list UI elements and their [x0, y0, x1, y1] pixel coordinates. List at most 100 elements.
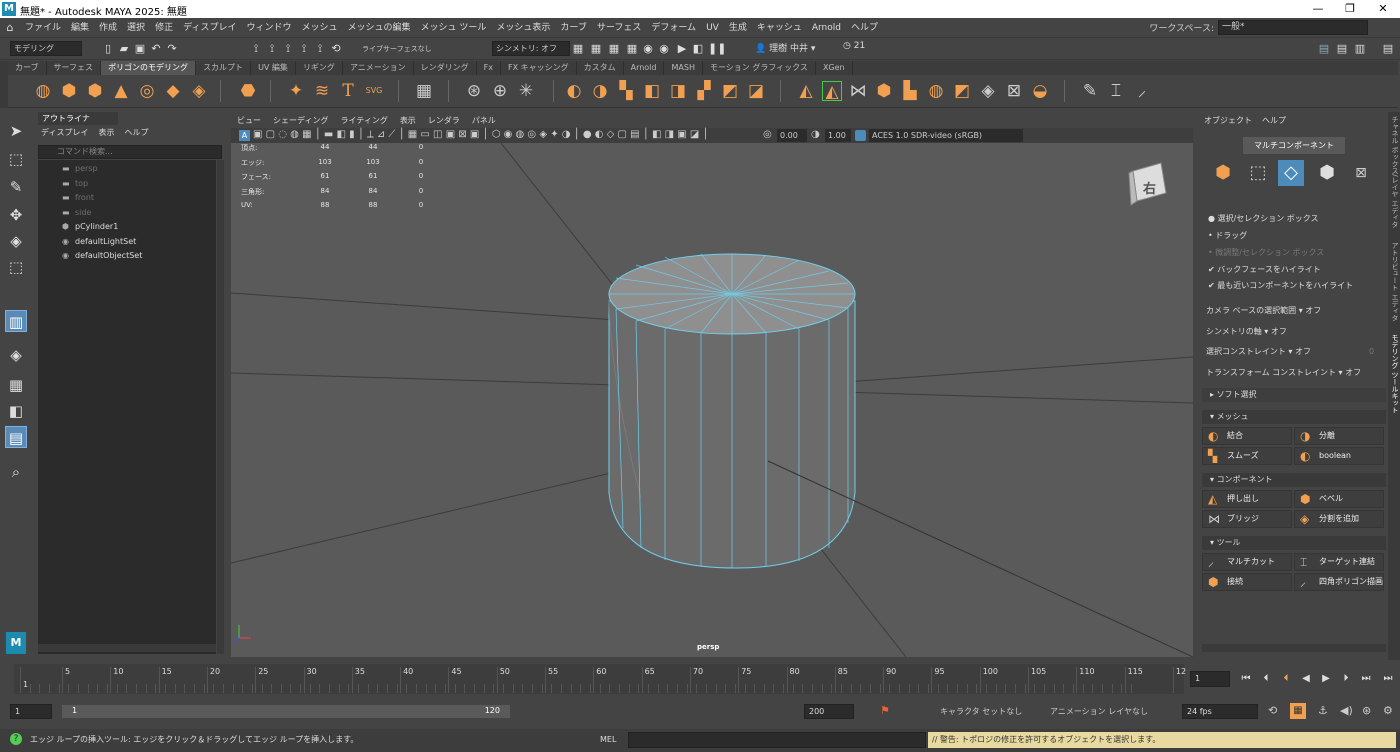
menu-item-1[interactable]: 編集 — [66, 18, 94, 38]
menu-item-12[interactable]: サーフェス — [592, 18, 646, 38]
cache-playback-icon[interactable]: ▦ — [1290, 703, 1306, 719]
save-scene-icon[interactable]: ▣ — [134, 43, 146, 55]
outliner-item[interactable]: ▬ persp — [62, 162, 98, 176]
selection-mode-radio[interactable]: • ドラッグ — [1208, 230, 1247, 241]
menu-item-13[interactable]: デフォーム — [646, 18, 701, 38]
layer-editor-toggle-icon[interactable]: ▤ — [1382, 43, 1394, 55]
rotate-tool-icon[interactable]: ◈ — [5, 230, 27, 252]
boolean-diff-icon[interactable]: ◨ — [668, 81, 688, 101]
toolkit-menu-item[interactable]: オブジェクト — [1204, 115, 1252, 126]
outliner-scrollbar[interactable] — [217, 160, 224, 654]
range-slider[interactable]: 1 120 — [62, 705, 510, 718]
move-tool-icon[interactable]: ✥ — [5, 204, 27, 226]
select-by-object-icon[interactable]: ⟟ — [266, 43, 278, 55]
outliner-item[interactable]: ▬ side — [62, 206, 91, 220]
search-icon[interactable]: ⌕ — [5, 461, 27, 483]
exposure-field[interactable]: 0.00 — [777, 129, 807, 142]
selection-option[interactable]: シンメトリの軸 ▾ オフ — [1206, 326, 1287, 337]
render-current-icon[interactable]: ▦ — [590, 43, 602, 55]
render-settings-icon[interactable]: ▦ — [626, 43, 638, 55]
bevel-button[interactable]: ⬢ ベベル — [1294, 490, 1384, 508]
select-tool-icon[interactable]: ➤ — [5, 120, 27, 142]
mirror-icon[interactable]: ▞ — [694, 81, 714, 101]
four-pane-layout-icon[interactable]: ◈ — [5, 344, 27, 366]
face-mode-icon[interactable]: ⬢ — [1314, 160, 1340, 186]
component-section-header[interactable]: ▾ コンポーネント — [1202, 473, 1386, 487]
shelf-tab-0[interactable]: カーブ — [8, 61, 47, 75]
camera-attr-icon[interactable]: A — [239, 130, 250, 141]
snap-point-icon[interactable]: ⟲ — [330, 43, 342, 55]
close-button[interactable]: ✕ — [1368, 0, 1398, 18]
add-divisions-button[interactable]: ◈ 分割を追加 — [1294, 510, 1384, 528]
select-by-hierarchy-icon[interactable]: ⟟ — [250, 43, 262, 55]
symmetry-dropdown[interactable]: シンメトリ: オフ — [492, 41, 570, 56]
ipr-render-icon[interactable]: ▦ — [608, 43, 620, 55]
smooth-icon[interactable]: ▚ — [616, 81, 636, 101]
poly-cylinder-icon[interactable]: ⬢ — [85, 81, 105, 101]
svg-tool-icon[interactable]: SVG — [364, 81, 384, 101]
menu-item-3[interactable]: 選択 — [122, 18, 150, 38]
menu-item-8[interactable]: メッシュの編集 — [342, 18, 415, 38]
boolean-button[interactable]: ◐ boolean — [1294, 447, 1384, 465]
viewport-menu-item[interactable]: レンダラ — [422, 114, 466, 128]
step-forward-icon[interactable]: ⏭ — [1358, 671, 1374, 687]
outliner-item[interactable]: ⬢ pCylinder1 — [62, 220, 118, 234]
side-tab-0[interactable]: チャネル ボックス/レイヤ エディタ — [1388, 116, 1400, 228]
new-scene-icon[interactable]: ▯ — [102, 43, 114, 55]
selection-option[interactable]: カメラ ベースの選択範囲 ▾ オフ — [1206, 305, 1321, 316]
select-by-component-icon[interactable]: ⟟ — [282, 43, 294, 55]
poly-cube-icon[interactable]: ⬢ — [59, 81, 79, 101]
mel-label[interactable]: MEL — [600, 731, 622, 749]
menu-item-18[interactable]: ヘルプ — [846, 18, 883, 38]
color-management-icon[interactable] — [855, 130, 866, 141]
tool-settings-toggle-icon[interactable]: ▥ — [1354, 43, 1366, 55]
shelf-tab-2[interactable]: ポリゴンのモデリング — [101, 61, 197, 75]
bevel-icon[interactable]: ⬢ — [874, 81, 894, 101]
menu-item-0[interactable]: ファイル — [20, 18, 66, 38]
measure-icon[interactable]: ⊛ — [464, 81, 484, 101]
paint-select-tool-icon[interactable]: ✎ — [5, 176, 27, 198]
play-forward-icon[interactable]: ▶ — [1318, 671, 1334, 687]
shelf-tab-14[interactable]: XGen — [816, 61, 853, 75]
sound-icon[interactable]: ◀) — [1340, 704, 1353, 717]
shelf-tab-8[interactable]: Fx — [477, 61, 501, 75]
boolean-union-icon[interactable]: ◧ — [642, 81, 662, 101]
workspace-dropdown[interactable]: 一般* — [1218, 20, 1368, 35]
remesh-icon[interactable]: ◪ — [746, 81, 766, 101]
uv-editor-icon[interactable]: ⌶ — [1106, 81, 1126, 101]
type-tool-icon[interactable]: T — [338, 81, 358, 101]
shelf-tab-7[interactable]: レンダリング — [414, 61, 477, 75]
selection-mode-radio[interactable]: • 微調整/セレクション ボックス — [1208, 247, 1324, 258]
outliner-persp-layout-icon[interactable]: ▤ — [5, 426, 27, 448]
menu-item-6[interactable]: ウィンドウ — [241, 18, 296, 38]
maya-home-icon[interactable]: M — [6, 632, 26, 654]
uv-mode-icon[interactable]: ⊠ — [1348, 160, 1374, 186]
sequence-icon[interactable]: ◧ — [692, 43, 704, 55]
menu-item-4[interactable]: 修正 — [150, 18, 178, 38]
insert-edge-loop-icon[interactable]: ◭ — [822, 81, 842, 102]
home-icon[interactable]: ⌂ — [0, 21, 20, 34]
snap-grid-icon[interactable]: ⟟ — [298, 43, 310, 55]
outliner-hscrollbar[interactable] — [38, 644, 216, 652]
reduce-icon[interactable]: ◩ — [720, 81, 740, 101]
menu-item-11[interactable]: カーブ — [555, 18, 591, 38]
viewport-menu-item[interactable]: ビュー — [231, 114, 267, 128]
outliner-item[interactable]: ▬ top — [62, 177, 88, 191]
highlight-checkbox[interactable]: ✔ 最も近いコンポーネントをハイライト — [1208, 280, 1353, 291]
vertex-mode-icon[interactable]: ⬚ — [1245, 160, 1271, 186]
time-slider[interactable]: 1 5 10 15 20 25 30 35 40 45 50 55 60 65 70 75 80 85 90 95 10… — [14, 664, 1186, 694]
outliner-tab[interactable]: アウトライナ — [38, 112, 118, 125]
append-poly-icon[interactable]: ▙ — [900, 81, 920, 101]
bridge-icon[interactable]: ⋈ — [848, 81, 868, 101]
target-weld-button[interactable]: ⌶ ターゲット連結 — [1294, 553, 1384, 571]
anim-layer-dropdown[interactable]: アニメーション レイヤなし — [1050, 706, 1148, 717]
menu-item-5[interactable]: ディスプレイ — [178, 18, 241, 38]
step-back-icon[interactable]: ⏴ — [1258, 671, 1274, 687]
connect-button[interactable]: ⬢ 接続 — [1202, 573, 1292, 591]
shelf-tab-5[interactable]: リギング — [296, 61, 343, 75]
render-view-icon[interactable]: ▦ — [572, 43, 584, 55]
pause-icon[interactable]: ❚❚ — [708, 43, 726, 55]
sweep-mesh-icon[interactable]: ✦ — [286, 81, 306, 101]
menu-set-dropdown[interactable]: モデリング — [10, 41, 82, 56]
edge-mode-icon[interactable]: ◇ — [1278, 160, 1304, 186]
